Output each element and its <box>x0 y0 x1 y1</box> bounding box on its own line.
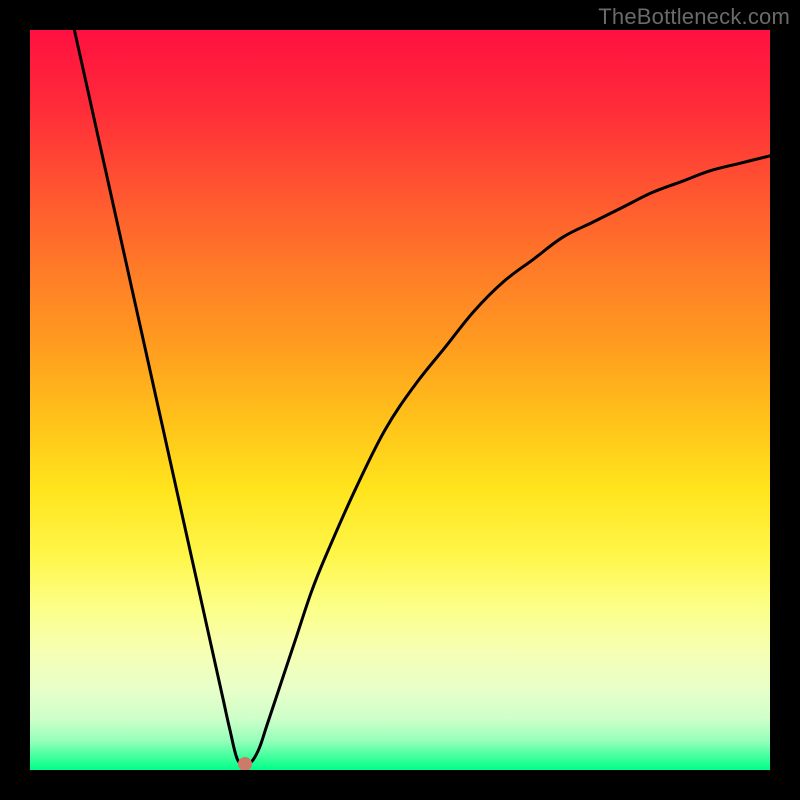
watermark-text: TheBottleneck.com <box>598 4 790 30</box>
curve-svg <box>30 30 770 770</box>
chart-frame: TheBottleneck.com <box>0 0 800 800</box>
minimum-marker-dot <box>238 757 252 770</box>
bottleneck-curve <box>74 30 770 764</box>
plot-area <box>30 30 770 770</box>
